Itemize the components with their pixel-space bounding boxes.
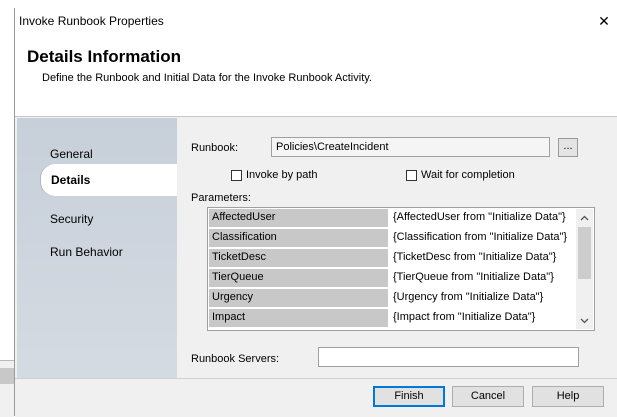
param-name-cell: Classification: [209, 229, 388, 247]
scroll-down-button[interactable]: [576, 312, 593, 329]
chevron-up-icon: [580, 215, 589, 220]
header-panel: Details Information Define the Runbook a…: [15, 36, 617, 117]
sidebar-item-details[interactable]: Details: [41, 164, 179, 196]
chevron-down-icon: [580, 318, 589, 323]
close-button[interactable]: ✕: [592, 10, 616, 32]
runbook-servers-label: Runbook Servers:: [191, 353, 280, 365]
param-value-cell[interactable]: {Urgency from "Initialize Data"}: [393, 289, 543, 303]
param-value-cell[interactable]: {Classification from "Initialize Data"}: [393, 229, 567, 243]
table-row[interactable]: Urgency {Urgency from "Initialize Data"}: [209, 289, 575, 308]
wait-for-completion-label: Wait for completion: [421, 169, 515, 181]
browse-runbook-button[interactable]: ...: [558, 138, 578, 157]
window-title: Invoke Runbook Properties: [19, 14, 164, 28]
page-description: Define the Runbook and Initial Data for …: [42, 72, 372, 84]
runbook-label: Runbook:: [191, 142, 239, 154]
details-panel: Runbook: Policies\CreateIncident ... Inv…: [177, 118, 617, 386]
scroll-up-button[interactable]: [576, 209, 593, 226]
wait-for-completion-option[interactable]: Wait for completion: [406, 169, 515, 181]
invoke-by-path-checkbox[interactable]: [231, 169, 242, 181]
cancel-button[interactable]: Cancel: [452, 386, 524, 407]
close-icon: ✕: [598, 12, 610, 29]
invoke-by-path-option[interactable]: Invoke by path: [231, 169, 318, 181]
param-value-cell[interactable]: {TierQueue from "Initialize Data"}: [393, 269, 554, 283]
param-name-cell: Urgency: [209, 289, 388, 307]
dialog-footer: Finish Cancel Help: [15, 378, 617, 417]
sidebar: General Details Security Run Behavior: [17, 118, 179, 386]
param-name-cell: AffectedUser: [209, 209, 388, 227]
runbook-field[interactable]: Policies\CreateIncident: [271, 137, 550, 157]
table-row[interactable]: Impact {Impact from "Initialize Data"}: [209, 309, 575, 328]
param-value-cell[interactable]: {AffectedUser from "Initialize Data"}: [393, 209, 566, 223]
table-row[interactable]: AffectedUser {AffectedUser from "Initial…: [209, 209, 575, 228]
parameters-scrollbar[interactable]: [576, 209, 593, 329]
table-row[interactable]: Classification {Classification from "Ini…: [209, 229, 575, 248]
param-name-cell: TicketDesc: [209, 249, 388, 267]
page-title: Details Information: [27, 47, 181, 66]
sidebar-item-run-behavior[interactable]: Run Behavior: [50, 245, 123, 259]
parameters-grid[interactable]: AffectedUser {AffectedUser from "Initial…: [207, 207, 595, 331]
param-value-cell[interactable]: {TicketDesc from "Initialize Data"}: [393, 249, 556, 263]
parameters-label: Parameters:: [191, 192, 251, 204]
invoke-by-path-label: Invoke by path: [246, 169, 318, 181]
background-window-row: [0, 368, 14, 384]
runbook-servers-input[interactable]: [318, 347, 579, 367]
param-name-cell: TierQueue: [209, 269, 388, 287]
sidebar-item-general[interactable]: General: [50, 147, 93, 161]
sidebar-item-security[interactable]: Security: [50, 212, 93, 226]
wait-for-completion-checkbox[interactable]: [406, 169, 417, 181]
title-bar: Invoke Runbook Properties ✕: [15, 8, 617, 36]
param-name-cell: Impact: [209, 309, 388, 327]
sidebar-item-label: Details: [51, 173, 91, 187]
help-button[interactable]: Help: [532, 386, 604, 407]
table-row[interactable]: TierQueue {TierQueue from "Initialize Da…: [209, 269, 575, 288]
table-row[interactable]: TicketDesc {TicketDesc from "Initialize …: [209, 249, 575, 268]
finish-button[interactable]: Finish: [373, 386, 445, 407]
param-value-cell[interactable]: {Impact from "Initialize Data"}: [393, 309, 535, 323]
invoke-runbook-dialog: Invoke Runbook Properties ✕ Details Info…: [14, 8, 617, 417]
scroll-thumb[interactable]: [578, 227, 591, 279]
